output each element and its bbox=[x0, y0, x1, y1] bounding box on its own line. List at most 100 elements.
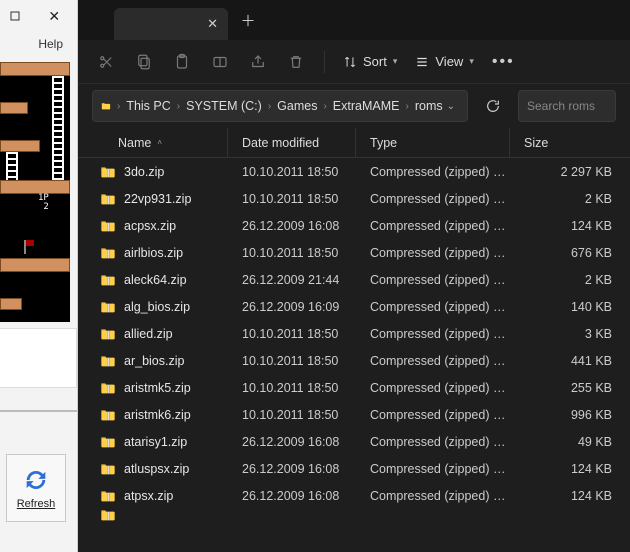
maximize-button[interactable] bbox=[0, 2, 30, 30]
file-size: 676 KB bbox=[510, 246, 630, 260]
table-row[interactable]: aristmk6.zip10.10.2011 18:50Compressed (… bbox=[78, 401, 630, 428]
refresh-icon bbox=[22, 466, 50, 494]
table-row[interactable]: atarisy1.zip 26.12.2009 16:08Compressed (… bbox=[78, 428, 630, 455]
file-name: atarisy1.zip bbox=[124, 435, 187, 449]
refresh-button[interactable]: Refresh bbox=[6, 454, 66, 522]
table-row[interactable]: atpsx.zip26.12.2009 16:08Compressed (zip… bbox=[78, 482, 630, 509]
table-row[interactable]: alg_bios.zip26.12.2009 16:09Compressed (… bbox=[78, 293, 630, 320]
rename-icon[interactable] bbox=[210, 52, 230, 72]
file-date: 10.10.2011 18:50 bbox=[228, 408, 356, 422]
file-type: Compressed (zipped) Folder bbox=[356, 300, 510, 314]
explorer-tab[interactable]: ✕ bbox=[114, 8, 228, 40]
table-row[interactable]: acpsx.zip26.12.2009 16:08Compressed (zip… bbox=[78, 212, 630, 239]
command-bar: Sort ▾ View ▾ ••• bbox=[78, 40, 630, 84]
table-row[interactable]: aleck64.zip26.12.2009 21:44Compressed (z… bbox=[78, 266, 630, 293]
more-options-button[interactable]: ••• bbox=[492, 53, 515, 71]
address-bar-row: › This PC› SYSTEM (C:)› Games› ExtraMAME… bbox=[78, 84, 630, 128]
tab-close-icon[interactable]: ✕ bbox=[207, 16, 218, 32]
zip-folder-icon bbox=[100, 408, 116, 422]
file-size: 3 KB bbox=[510, 327, 630, 341]
left-list-area bbox=[0, 328, 77, 388]
file-size: 2 297 KB bbox=[510, 165, 630, 179]
file-type: Compressed (zipped) Folder bbox=[356, 435, 510, 449]
search-input[interactable]: Search roms bbox=[518, 90, 616, 122]
left-app-panel: ✕ Help 1P 2 Refresh bbox=[0, 0, 78, 552]
crumb-seg[interactable]: SYSTEM (C:) bbox=[186, 99, 262, 113]
file-type: Compressed (zipped) Folder bbox=[356, 273, 510, 287]
crumb-seg[interactable]: roms bbox=[415, 99, 443, 113]
crumb-seg[interactable]: This PC bbox=[126, 99, 170, 113]
file-size: 124 KB bbox=[510, 489, 630, 503]
zip-folder-icon bbox=[100, 300, 116, 314]
new-tab-button[interactable]: ＋ bbox=[234, 6, 262, 34]
zip-folder-icon bbox=[100, 489, 116, 503]
table-row[interactable] bbox=[78, 509, 630, 521]
zip-folder-icon bbox=[100, 246, 116, 260]
file-type: Compressed (zipped) Folder bbox=[356, 354, 510, 368]
file-size: 2 KB bbox=[510, 192, 630, 206]
column-header-name[interactable]: Name˄ bbox=[78, 128, 228, 157]
breadcrumb[interactable]: › This PC› SYSTEM (C:)› Games› ExtraMAME… bbox=[92, 90, 468, 122]
zip-folder-icon bbox=[100, 165, 116, 179]
view-dropdown[interactable]: View ▾ bbox=[415, 54, 473, 69]
close-button[interactable]: ✕ bbox=[40, 2, 70, 30]
refresh-address-button[interactable] bbox=[478, 91, 508, 121]
file-type: Compressed (zipped) Folder bbox=[356, 381, 510, 395]
column-header-size[interactable]: Size bbox=[510, 128, 630, 157]
file-name: atluspsx.zip bbox=[124, 462, 189, 476]
zip-folder-icon bbox=[100, 219, 116, 233]
cut-icon[interactable] bbox=[96, 52, 116, 72]
zip-folder-icon bbox=[100, 192, 116, 206]
table-row[interactable]: atluspsx.zip26.12.2009 16:08Compressed (… bbox=[78, 455, 630, 482]
file-date: 10.10.2011 18:50 bbox=[228, 165, 356, 179]
table-row[interactable]: 3do.zip10.10.2011 18:50Compressed (zippe… bbox=[78, 158, 630, 185]
zip-folder-icon bbox=[100, 462, 116, 476]
table-row[interactable]: allied.zip10.10.2011 18:50Compressed (zi… bbox=[78, 320, 630, 347]
file-date: 10.10.2011 18:50 bbox=[228, 327, 356, 341]
delete-icon[interactable] bbox=[286, 52, 306, 72]
zip-folder-icon bbox=[100, 273, 116, 287]
copy-icon[interactable] bbox=[134, 52, 154, 72]
view-icon bbox=[415, 55, 429, 69]
help-menu[interactable]: Help bbox=[0, 32, 77, 56]
table-row[interactable]: aristmk5.zip10.10.2011 18:50Compressed (… bbox=[78, 374, 630, 401]
crumb-seg[interactable]: Games bbox=[277, 99, 317, 113]
file-size: 124 KB bbox=[510, 219, 630, 233]
file-list: 3do.zip10.10.2011 18:50Compressed (zippe… bbox=[78, 158, 630, 521]
table-row[interactable]: 22vp931.zip 10.10.2011 18:50Compressed (z… bbox=[78, 185, 630, 212]
reload-icon bbox=[485, 98, 501, 114]
separator bbox=[0, 410, 77, 412]
flag-icon bbox=[24, 240, 36, 250]
game-preview: 1P 2 bbox=[0, 62, 70, 322]
sort-asc-icon: ˄ bbox=[157, 138, 162, 147]
table-row[interactable]: airlbios.zip10.10.2011 18:50Compressed (… bbox=[78, 239, 630, 266]
file-type: Compressed (zipped) Folder bbox=[356, 489, 510, 503]
column-header-date[interactable]: Date modified bbox=[228, 128, 356, 157]
crumb-seg[interactable]: ExtraMAME bbox=[333, 99, 400, 113]
file-name: aristmk5.zip bbox=[124, 381, 191, 395]
preview-score-text: 1P 2 bbox=[38, 194, 49, 212]
share-icon[interactable] bbox=[248, 52, 268, 72]
sort-dropdown[interactable]: Sort ▾ bbox=[343, 54, 397, 69]
column-header-type[interactable]: Type bbox=[356, 128, 510, 157]
refresh-label: Refresh bbox=[17, 498, 56, 510]
file-size: 441 KB bbox=[510, 354, 630, 368]
zip-folder-icon bbox=[100, 354, 116, 368]
file-date: 10.10.2011 18:50 bbox=[228, 192, 356, 206]
file-size: 2 KB bbox=[510, 273, 630, 287]
file-name: 22vp931.zip bbox=[124, 192, 191, 206]
file-name: atpsx.zip bbox=[124, 489, 173, 503]
file-name: aristmk6.zip bbox=[124, 408, 191, 422]
file-type: Compressed (zipped) Folder bbox=[356, 462, 510, 476]
paste-icon[interactable] bbox=[172, 52, 192, 72]
chevron-down-icon: ▾ bbox=[469, 56, 474, 67]
file-date: 26.12.2009 16:09 bbox=[228, 300, 356, 314]
file-type: Compressed (zipped) Folder bbox=[356, 165, 510, 179]
file-name: aleck64.zip bbox=[124, 273, 187, 287]
chevron-down-icon[interactable]: ⌄ bbox=[447, 101, 459, 112]
file-date: 26.12.2009 16:08 bbox=[228, 435, 356, 449]
tab-bar: ✕ ＋ bbox=[78, 0, 630, 40]
file-type: Compressed (zipped) Folder bbox=[356, 192, 510, 206]
table-row[interactable]: ar_bios.zip10.10.2011 18:50Compressed (z… bbox=[78, 347, 630, 374]
file-size: 140 KB bbox=[510, 300, 630, 314]
